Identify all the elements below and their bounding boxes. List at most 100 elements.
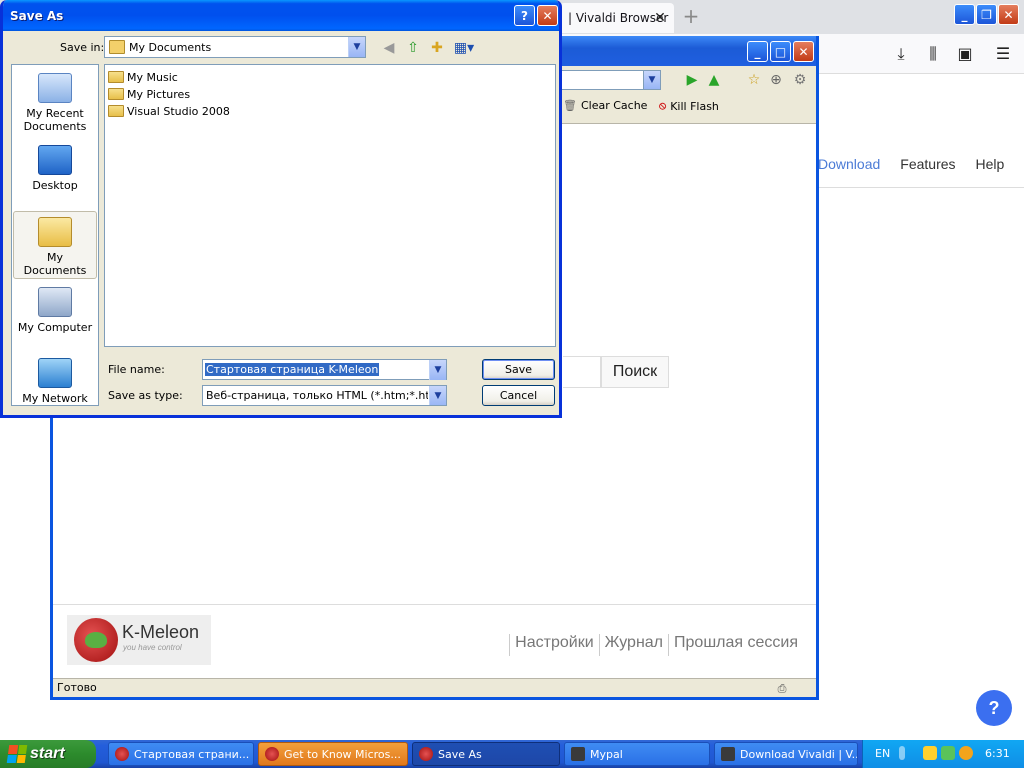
- kmeleon-icon: [265, 747, 279, 761]
- maximize-button[interactable]: □: [770, 41, 791, 62]
- taskbar-item[interactable]: Стартовая страни...: [108, 742, 254, 766]
- previous-session-link[interactable]: Прошлая сессия: [670, 634, 802, 656]
- place-label: Desktop: [32, 179, 78, 192]
- up-icon[interactable]: ▲: [705, 72, 723, 88]
- library-icon[interactable]: ⫼: [922, 43, 944, 65]
- kill-flash-button[interactable]: ⦸ Kill Flash: [659, 99, 719, 113]
- firefox-window-controls: _ ❐ ✕: [954, 4, 1019, 25]
- file-name-field[interactable]: Стартовая страница K-Meleon ▼: [202, 359, 447, 380]
- kmeleon-emblem-icon: [74, 618, 118, 662]
- mypal-icon: [571, 747, 585, 761]
- tab-close-icon[interactable]: ✕: [652, 10, 668, 26]
- place-my-network[interactable]: My Network: [13, 358, 97, 405]
- back-icon[interactable]: ◀: [379, 39, 399, 57]
- taskbar-item[interactable]: Get to Know Micros...: [258, 742, 408, 766]
- nav-divider: [818, 187, 1024, 188]
- chevron-down-icon[interactable]: ▼: [643, 71, 660, 89]
- chevron-down-icon[interactable]: ▼: [429, 386, 446, 405]
- places-bar: My Recent Documents Desktop My Documents…: [11, 64, 99, 406]
- url-combo[interactable]: ▼: [553, 70, 661, 90]
- list-item[interactable]: My Music: [108, 69, 178, 85]
- firefox-tab[interactable]: | Vivaldi Browser ✕: [560, 3, 674, 33]
- save-as-type-label: Save as type:: [108, 389, 183, 402]
- recent-documents-icon: [38, 73, 72, 103]
- place-label: My Recent Documents: [23, 107, 87, 133]
- save-as-dialog: Save As ? ✕ Save in: My Documents ▼ ◀ ⇧ …: [0, 0, 562, 418]
- nav-download-link[interactable]: Download: [818, 156, 880, 172]
- close-button[interactable]: ✕: [793, 41, 814, 62]
- place-label: My Network: [22, 392, 88, 405]
- go-icon[interactable]: ▶: [683, 72, 701, 88]
- taskbar-item[interactable]: Mypal: [564, 742, 710, 766]
- restore-button[interactable]: ❐: [976, 4, 997, 25]
- list-item[interactable]: Visual Studio 2008: [108, 103, 230, 119]
- list-item[interactable]: My Pictures: [108, 86, 190, 102]
- kmeleon-icon: [419, 747, 433, 761]
- place-my-computer[interactable]: My Computer: [13, 287, 97, 334]
- cancel-button[interactable]: Cancel: [482, 385, 555, 406]
- language-indicator[interactable]: EN: [875, 747, 890, 760]
- folder-icon: [108, 88, 124, 100]
- search-button[interactable]: Поиск: [601, 356, 669, 388]
- link-separator: [509, 634, 511, 656]
- plus-circle-icon[interactable]: ⊕: [767, 72, 785, 88]
- settings-link[interactable]: Настройки: [511, 634, 597, 656]
- chevron-down-icon[interactable]: ▼: [348, 37, 365, 57]
- security-shield-icon[interactable]: [923, 746, 937, 760]
- windows-flag-icon: [6, 745, 28, 763]
- my-documents-icon: [38, 217, 72, 247]
- save-as-type-dropdown[interactable]: Веб-страница, только HTML (*.htm;*.html;…: [202, 385, 447, 406]
- bookmark-star-icon[interactable]: ☆: [745, 72, 763, 88]
- help-bubble-button[interactable]: ?: [976, 690, 1012, 726]
- clear-cache-button[interactable]: 🗑 Clear Cache: [563, 99, 647, 112]
- start-label: start: [30, 745, 65, 762]
- save-in-value: My Documents: [129, 41, 212, 54]
- taskbar-item[interactable]: Save As: [412, 742, 560, 766]
- up-folder-icon[interactable]: ⇧: [403, 39, 423, 57]
- system-tray: EN 6:31: [862, 740, 1024, 768]
- dialog-titlebar[interactable]: Save As ? ✕: [3, 0, 559, 31]
- save-button[interactable]: Save: [482, 359, 555, 380]
- new-tab-button[interactable]: +: [680, 6, 702, 28]
- kmeleon-logo: K-Meleon you have control: [67, 615, 211, 665]
- close-button[interactable]: ✕: [998, 4, 1019, 25]
- taskbar-item[interactable]: Download Vivaldi | V...: [714, 742, 858, 766]
- download-icon[interactable]: ⤓: [890, 43, 912, 65]
- input-method-icon[interactable]: [899, 746, 905, 760]
- file-name-value[interactable]: Стартовая страница K-Meleon: [205, 363, 380, 376]
- place-label: My Computer: [17, 321, 93, 334]
- file-name: My Pictures: [127, 87, 191, 101]
- network-icon[interactable]: [941, 746, 955, 760]
- file-name: My Music: [127, 70, 178, 84]
- search-input[interactable]: [563, 356, 601, 388]
- place-recent-documents[interactable]: My Recent Documents: [13, 73, 97, 133]
- dialog-title: Save As: [10, 9, 64, 23]
- close-button[interactable]: ✕: [537, 5, 558, 26]
- save-in-dropdown[interactable]: My Documents ▼: [104, 36, 366, 58]
- gear-icon[interactable]: ⚙: [791, 72, 809, 88]
- minimize-button[interactable]: _: [954, 4, 975, 25]
- logo-name: K-Meleon: [122, 622, 200, 642]
- place-my-documents[interactable]: My Documents: [13, 211, 97, 279]
- link-separator: [598, 634, 600, 656]
- menu-icon[interactable]: ☰: [992, 43, 1014, 65]
- chevron-down-icon[interactable]: ▼: [429, 360, 446, 380]
- search-icon[interactable]: [959, 746, 973, 760]
- sidebar-icon[interactable]: ▣: [954, 43, 976, 65]
- new-folder-icon[interactable]: ✚: [427, 39, 447, 57]
- nav-features-link[interactable]: Features: [900, 156, 955, 172]
- help-button[interactable]: ?: [514, 5, 535, 26]
- history-link[interactable]: Журнал: [601, 634, 667, 656]
- minimize-button[interactable]: _: [747, 41, 768, 62]
- status-bar: Готово ⎙: [53, 678, 816, 697]
- place-label: My Documents: [23, 251, 87, 277]
- file-list[interactable]: My Music My Pictures Visual Studio 2008: [104, 64, 556, 347]
- taskbar: start Стартовая страни... Get to Know Mi…: [0, 740, 1024, 768]
- start-button[interactable]: start: [0, 740, 96, 768]
- save-in-label: Save in:: [60, 41, 105, 54]
- nav-help-link[interactable]: Help: [976, 156, 1005, 172]
- footer-divider: [53, 604, 816, 605]
- views-menu-icon[interactable]: ▦▾: [452, 39, 476, 57]
- clear-cache-label: Clear Cache: [580, 99, 648, 112]
- place-desktop[interactable]: Desktop: [13, 145, 97, 192]
